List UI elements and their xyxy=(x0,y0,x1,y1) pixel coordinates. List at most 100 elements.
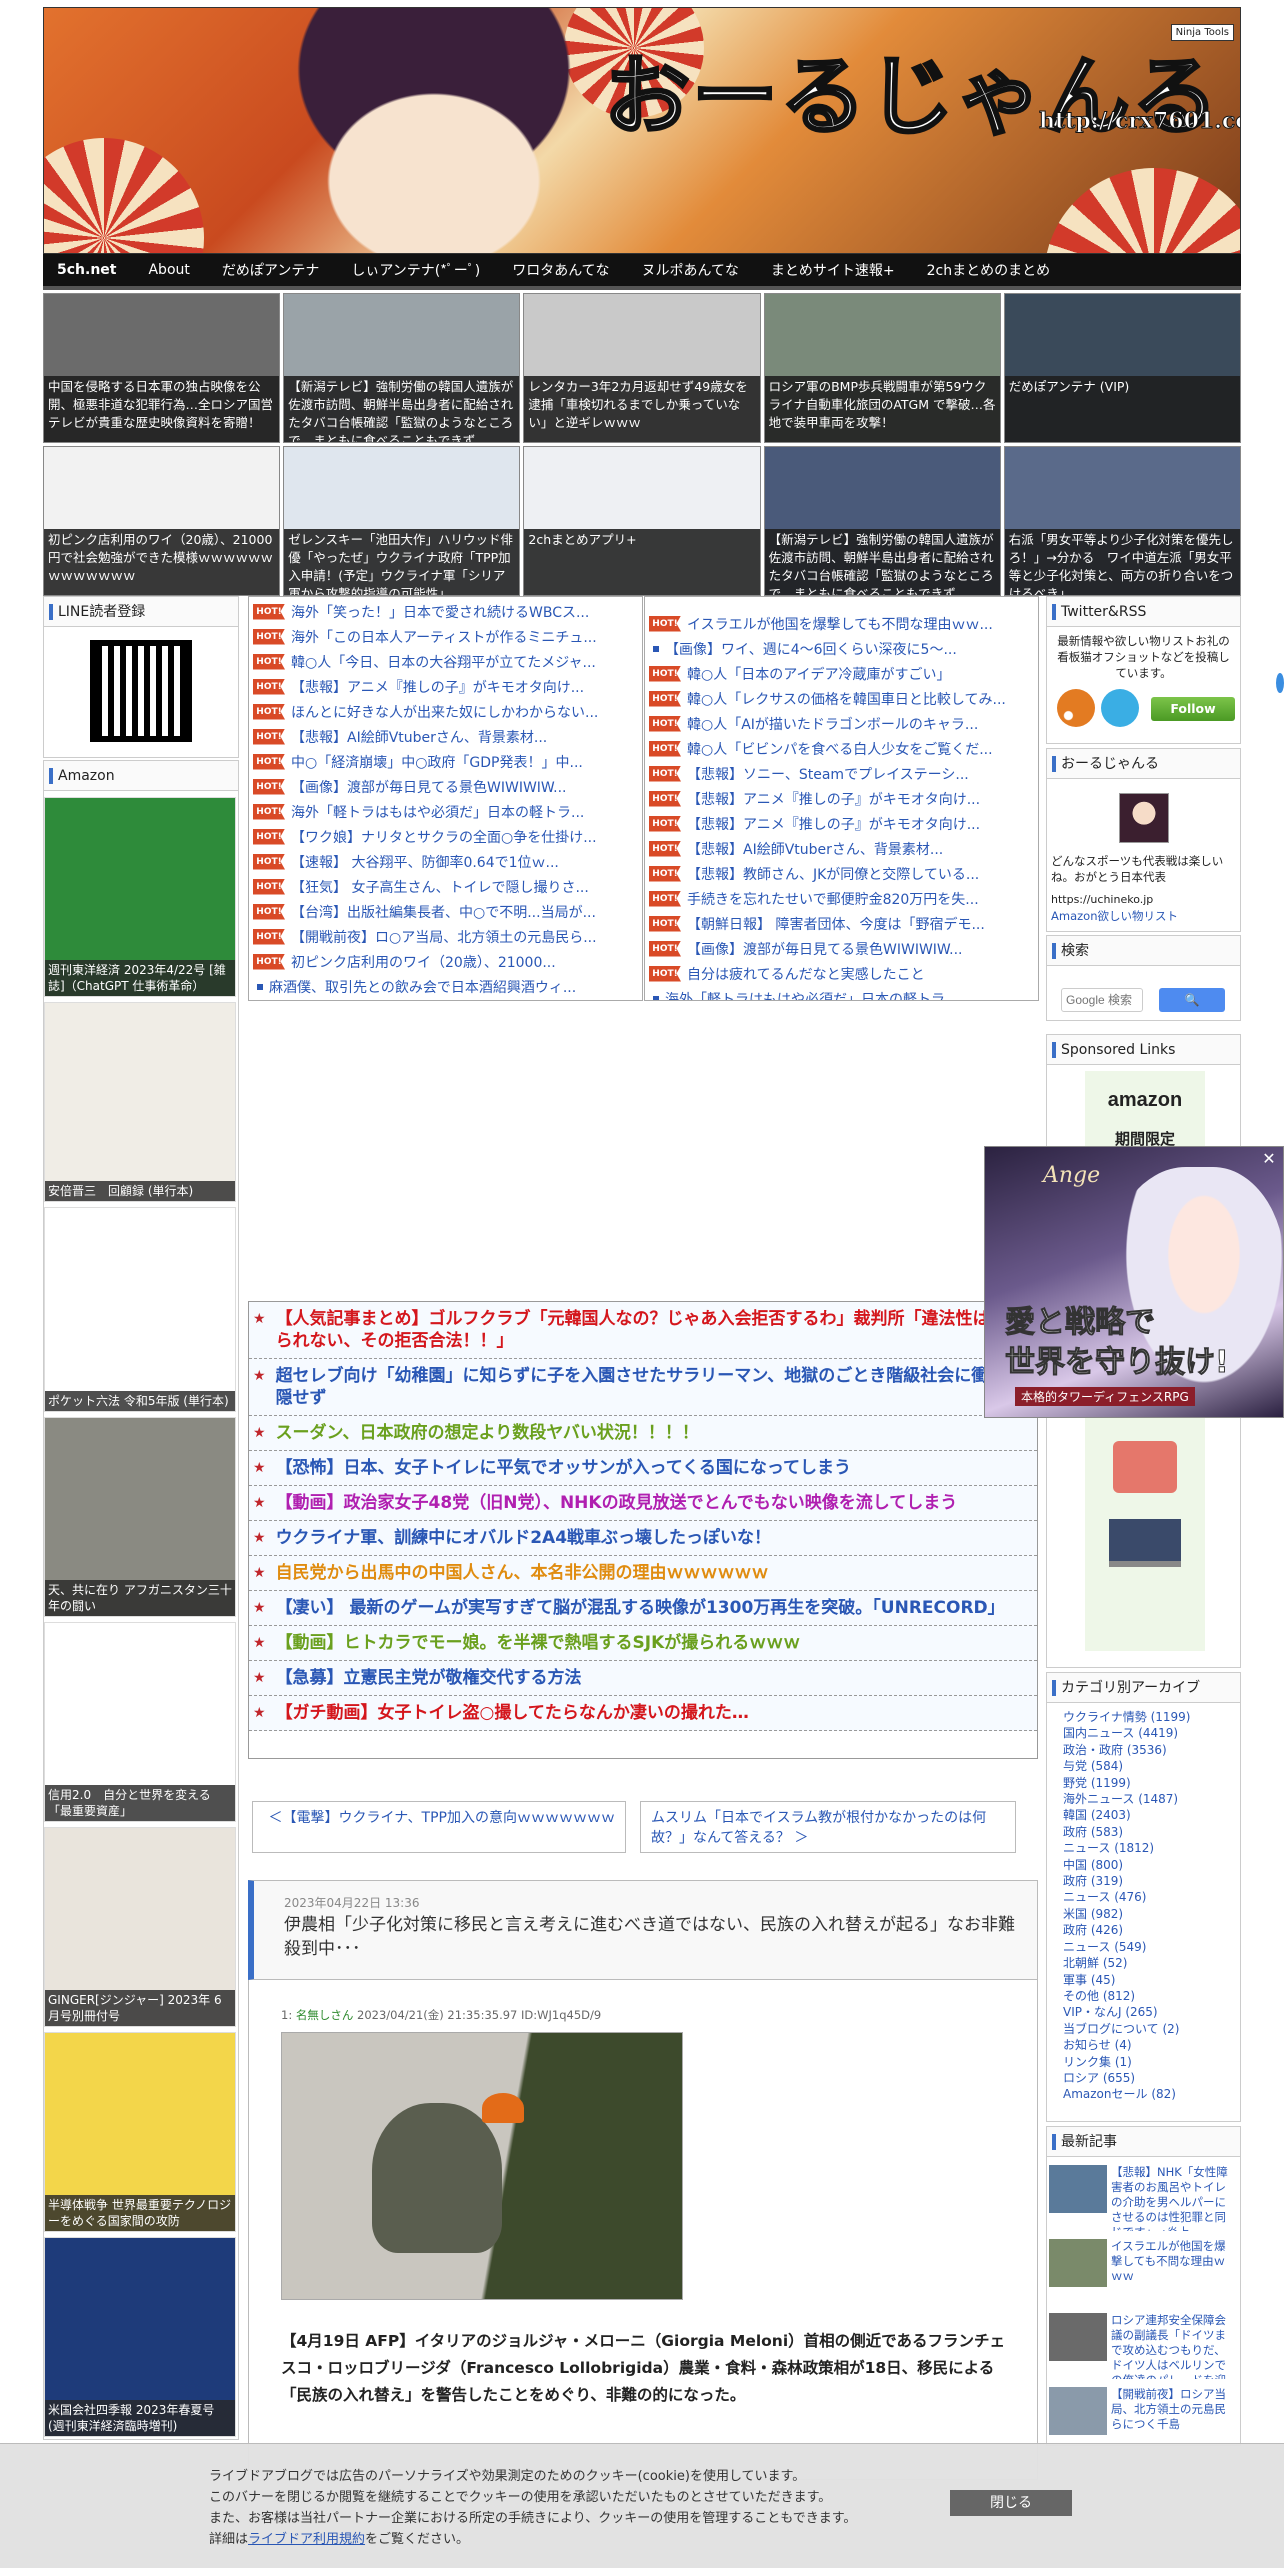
thumbnail-caption[interactable]: 右派「男女平等より少子化対策を優先しろ！」→分かる ワイ中道左派「男女平等と少子… xyxy=(1004,529,1240,595)
rss-item[interactable]: 麻酒僕、取引先との飲み会で日本酒紹興酒ウィ... xyxy=(249,974,642,999)
rss-item[interactable]: HOT! 【悲報】ソニー、Steamでプレイステーシ... xyxy=(645,761,1038,786)
pickup-title[interactable]: 【動画】政治家女子48党（旧N党）、NHKの政見放送でとんでもない映像を流してし… xyxy=(276,1492,958,1514)
rss-item-title[interactable]: イスラエルが他国を爆撃しても不問な理由ｗｗ... xyxy=(687,614,993,634)
category-link[interactable]: お知らせ (4) xyxy=(1063,2037,1240,2053)
rss-item[interactable]: HOT! 【悲報】教師さん、JKが同僚と交際している... xyxy=(645,861,1038,886)
category-link[interactable]: 与党 (584) xyxy=(1063,1758,1240,1774)
category-link[interactable]: 軍事 (45) xyxy=(1063,1972,1240,1988)
pickup-item[interactable]: ★ 【凄い】 最新のゲームが実写すぎて脳が混乱する映像が1300万再生を突破。「U… xyxy=(249,1591,1037,1626)
rss-item-title[interactable]: 海外「軽トラはもはや必須だ」日本の軽トラ... xyxy=(665,989,958,1001)
rss-item-title[interactable]: 韓○人「AIが描いたドラゴンボールのキャラ... xyxy=(687,714,978,734)
prev-article-link[interactable]: ＜【電撃】ウクライナ、TPP加入の意向ｗｗｗｗｗｗｗ xyxy=(252,1801,626,1853)
pickup-title[interactable]: 【ガチ動画】女子トイレ盗○撮してたらなんか凄いの撮れた… xyxy=(276,1702,749,1724)
pickup-title[interactable]: 【凄い】 最新のゲームが実写すぎて脳が混乱する映像が1300万再生を突破。「UN… xyxy=(276,1597,1005,1619)
nav-link[interactable]: ワロタあんてな xyxy=(512,260,609,280)
rss-item-title[interactable]: 【朝鮮日報】 障害者団体、今度は「野宿デモ... xyxy=(687,914,985,934)
thumbnail-card[interactable]: 中国を侵略する日本軍の独占映像を公開、極悪非道な犯罪行為…全ロシア国営テレビが貴… xyxy=(43,293,281,443)
rss-item-title[interactable]: 韓○人「ビビンパを食べる白人少女をご覧くだ... xyxy=(687,739,993,759)
rss-item-title[interactable]: 海外「この日本人アーティストが作るミニチュ... xyxy=(291,627,597,647)
rss-item[interactable]: HOT! 【悲報】AI絵師Vtuberさん、背景素材... xyxy=(645,836,1038,861)
amazon-book[interactable]: 週刊東洋経済 2023年4/22号 [雑誌]（ChatGPT 仕事術革命） xyxy=(44,797,236,997)
line-qr-code[interactable] xyxy=(86,636,196,746)
cookie-close-button[interactable]: 閉じる xyxy=(950,2490,1072,2516)
thumbnail-caption[interactable]: 初ピンク店利用のワイ（20歳）、21000円で社会勉強ができた模様ｗｗｗｗｗｗｗ… xyxy=(44,529,280,595)
nav-link[interactable]: だめぽアンテナ xyxy=(222,260,319,280)
amazon-book[interactable]: 半導体戦争 世界最重要テクノロジーをめぐる国家間の攻防 xyxy=(44,2032,236,2232)
twitter-icon[interactable] xyxy=(1101,689,1139,727)
rss-icon[interactable] xyxy=(1057,689,1095,727)
category-link[interactable]: 政府 (426) xyxy=(1063,1922,1240,1938)
rss-item-title[interactable]: ほんとに好きな人が出来た奴にしかわからない... xyxy=(291,702,598,722)
thumbnail-card[interactable]: 2chまとめアプリ+ xyxy=(523,446,761,596)
rss-item-title[interactable]: 麻酒僕、取引先との飲み会で日本酒紹興酒ウィ... xyxy=(269,977,576,997)
book-caption[interactable]: 米国会社四季報 2023年春夏号 (週刊東洋経済臨時増刊) xyxy=(45,2400,235,2436)
thumbnail-card[interactable]: 初ピンク店利用のワイ（20歳）、21000円で社会勉強ができた模様ｗｗｗｗｗｗｗ… xyxy=(43,446,281,596)
category-link[interactable]: 政治・政府 (3536) xyxy=(1063,1742,1240,1758)
category-link[interactable]: 当ブログについて (2) xyxy=(1063,2021,1240,2037)
thumbnail-card[interactable]: だめぽアンテナ (VIP) xyxy=(1003,293,1241,443)
rss-item[interactable]: HOT! 【悲報】AI絵師Vtuberさん、背景素材... xyxy=(249,724,642,749)
amazon-book[interactable]: 天、共に在り アフガニスタン三十年の闘い xyxy=(44,1417,236,1617)
pickup-item[interactable]: ★ 【恐怖】日本、女子トイレに平気でオッサンが入ってくる国になってしまう xyxy=(249,1451,1037,1486)
thumbnail-caption[interactable]: 【新潟テレビ】強制労働の韓国人遺族が佐渡市訪問、朝鮮半島出身者に配給されたタバコ… xyxy=(284,376,520,442)
amazon-book[interactable]: 安倍晋三 回顧録 (単行本) xyxy=(44,1002,236,1202)
latest-item[interactable]: 【悲報】NHK「女性障害者のお風呂やトイレの介助を男ヘルパーにさせるのは性犯罪と… xyxy=(1047,2157,1240,2231)
thumbnail-caption[interactable]: 中国を侵略する日本軍の独占映像を公開、極悪非道な犯罪行為…全ロシア国営テレビが貴… xyxy=(44,376,280,442)
category-link[interactable]: 米国 (982) xyxy=(1063,1906,1240,1922)
category-link[interactable]: VIP・なんJ (265) xyxy=(1063,2004,1240,2020)
rss-item[interactable]: HOT! 【台湾】出版社編集長者、中○で不明...当局が... xyxy=(249,899,642,924)
rss-item[interactable]: HOT! 【ワク娘】ナリタとサクラの全面○争を仕掛け... xyxy=(249,824,642,849)
rss-item-title[interactable]: 海外「笑った！」日本で愛され続けるWBCス... xyxy=(291,602,589,622)
rss-item[interactable]: HOT! 【朝鮮日報】 障害者団体、今度は「野宿デモ... xyxy=(645,911,1038,936)
game-ad-close-icon[interactable]: ✕ xyxy=(1259,1149,1279,1169)
category-link[interactable]: ニュース (1812) xyxy=(1063,1840,1240,1856)
pickup-title[interactable]: 【人気記事まとめ】ゴルフクラブ「元韓国人なの？じゃあ入会拒否するわ」裁判所「違法… xyxy=(276,1308,1031,1352)
pickup-item[interactable]: ★ 【ガチ動画】女子トイレ盗○撮してたらなんか凄いの撮れた… xyxy=(249,1696,1037,1731)
rss-item-title[interactable]: 韓○人「レクサスの価格を韓国車日と比較してみ... xyxy=(687,689,1006,709)
thumbnail-card[interactable]: 右派「男女平等より少子化対策を優先しろ！」→分かる ワイ中道左派「男女平等と少子… xyxy=(1003,446,1241,596)
rss-item[interactable]: HOT! 韓○人「ビビンパを食べる白人少女をご覧くだ... xyxy=(645,736,1038,761)
book-caption[interactable]: 信用2.0 自分と世界を変える「最重要資産」 xyxy=(45,1785,235,1821)
rss-item-title[interactable]: 【狂気】 女子高生さん、トイレで隠し撮りさ... xyxy=(291,877,589,897)
pickup-title[interactable]: ウクライナ軍、訓練中にオバルド2A4戦車ぶっ壊したっぽいな！ xyxy=(276,1527,771,1549)
latest-item[interactable]: 【開戦前夜】ロシア当局、北方領土の元島民らにつく千島 xyxy=(1047,2379,1240,2453)
latest-title[interactable]: 【開戦前夜】ロシア当局、北方領土の元島民らにつく千島 xyxy=(1111,2387,1236,2449)
article-title[interactable]: 伊農相「少子化対策に移民と言え考えに進むべき道ではない、民族の入れ替えが起る」な… xyxy=(284,1913,1024,1961)
rss-item-title[interactable]: 【画像】渡部が毎日見てる景色WIWIWIW... xyxy=(687,939,963,959)
thumbnail-caption[interactable]: ロシア軍のBMP歩兵戦闘車が第59ウクライナ自動車化旅団のATGM で撃破…各地… xyxy=(764,376,1000,442)
rss-item-title[interactable]: 【悲報】アニメ『推しの子』がキモオタ向け... xyxy=(687,789,980,809)
rss-item[interactable]: HOT! 【悲報】アニメ『推しの子』がキモオタ向け... xyxy=(645,811,1038,836)
category-link[interactable]: 野党 (1199) xyxy=(1063,1775,1240,1791)
rss-item-title[interactable]: 海外「軽トラはもはや必須だ」日本の軽トラ... xyxy=(291,802,584,822)
nav-link[interactable]: 5ch.net xyxy=(57,262,116,278)
rss-item[interactable]: HOT! 韓○人「日本のアイデア冷蔵庫がすごい」 xyxy=(645,661,1038,686)
pickup-item[interactable]: ★ 【動画】ヒトカラでモー娘。を半裸で熱唱するSJKが撮られるｗｗｗ xyxy=(249,1626,1037,1661)
rss-item[interactable]: HOT! 自分は疲れてるんだなと実感したこと xyxy=(645,961,1038,986)
rss-item[interactable]: HOT! 【開戦前夜】ロ○ア当局、北方領土の元島民ら... xyxy=(249,924,642,949)
rss-item[interactable]: HOT! 海外「笑った！」日本で愛され続けるWBCス... xyxy=(249,599,642,624)
rss-item[interactable]: HOT! 海外「この日本人アーティストが作るミニチュ... xyxy=(249,624,642,649)
pickup-item[interactable]: ★ 自民党から出馬中の中国人さん、本名非公開の理由ｗｗｗｗｗｗ xyxy=(249,1556,1037,1591)
rss-item[interactable]: HOT! 【狂気】 女子高生さん、トイレで隠し撮りさ... xyxy=(249,874,642,899)
rss-item-title[interactable]: 【開戦前夜】ロ○ア当局、北方領土の元島民ら... xyxy=(291,927,597,947)
rss-item-title[interactable]: 【悲報】アニメ『推しの子』がキモオタ向け... xyxy=(291,677,584,697)
category-link[interactable]: ニュース (476) xyxy=(1063,1889,1240,1905)
category-link[interactable]: 北朝鮮 (52) xyxy=(1063,1955,1240,1971)
pickup-title[interactable]: 【動画】ヒトカラでモー娘。を半裸で熱唱するSJKが撮られるｗｗｗ xyxy=(276,1632,801,1654)
rss-item[interactable]: HOT! 中○「経済崩壊」中○政府「GDP発表！」中... xyxy=(249,749,642,774)
amazon-book[interactable]: ポケット六法 令和5年版 (単行本) xyxy=(44,1207,236,1412)
rss-item[interactable]: HOT! 海外「軽トラはもはや必須だ」日本の軽トラ... xyxy=(249,799,642,824)
pickup-item[interactable]: ★ 超セレブ向け「幼稚園」に知らずに子を入園させたサラリーマン、地獄のごとき階級社… xyxy=(249,1359,1037,1416)
category-link[interactable]: ウクライナ情勢 (1199) xyxy=(1063,1709,1240,1725)
category-link[interactable]: 政府 (583) xyxy=(1063,1824,1240,1840)
category-link[interactable]: リンク集 (1) xyxy=(1063,2054,1240,2070)
rss-item-title[interactable]: 中○「経済崩壊」中○政府「GDP発表！」中... xyxy=(291,752,583,772)
thumbnail-card[interactable]: 【新潟テレビ】強制労働の韓国人遺族が佐渡市訪問、朝鮮半島出身者に配給されたタバコ… xyxy=(283,293,521,443)
pickup-item[interactable]: ★ スーダン、日本政府の想定より数段ヤバい状況！！！！ xyxy=(249,1416,1037,1451)
rss-item-title[interactable]: 【台湾】出版社編集長者、中○で不明...当局が... xyxy=(291,902,596,922)
nav-link[interactable]: About xyxy=(148,262,189,278)
category-link[interactable]: 中国 (800) xyxy=(1063,1857,1240,1873)
rss-item-title[interactable]: 手続きを忘れたせいで郵便貯金820万円を失... xyxy=(687,889,979,909)
category-link[interactable]: ニュース (549) xyxy=(1063,1939,1240,1955)
article-photo[interactable] xyxy=(281,2032,683,2300)
